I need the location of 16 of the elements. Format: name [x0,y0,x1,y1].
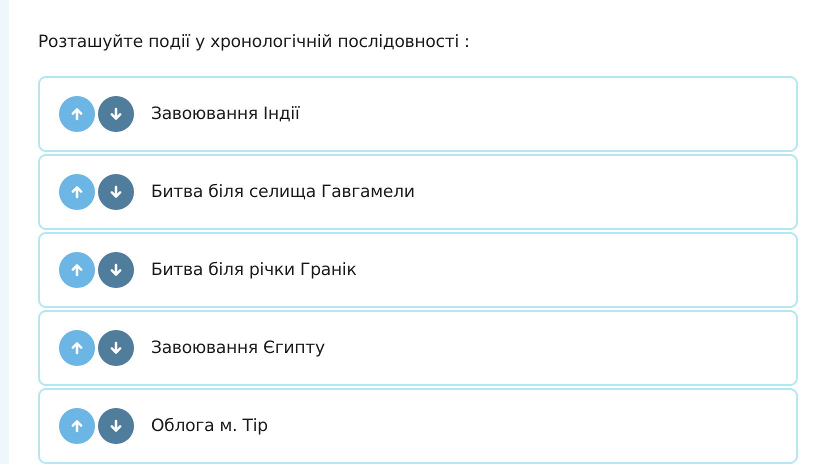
sortable-item[interactable]: Облога м. Тір [38,388,798,464]
item-label: Битва біля селища Гавгамели [151,182,415,202]
item-label: Завоювання Індії [151,104,300,124]
sortable-item[interactable]: Битва біля річки Гранік [38,232,798,308]
move-down-button[interactable] [98,174,134,210]
move-down-button[interactable] [98,96,134,132]
move-down-button[interactable] [98,252,134,288]
sortable-item[interactable]: Завоювання Індії [38,76,798,152]
sortable-item[interactable]: Битва біля селища Гавгамели [38,154,798,230]
item-label: Завоювання Єгипту [151,338,325,358]
move-down-button[interactable] [98,330,134,366]
move-down-button[interactable] [98,408,134,444]
instruction-text: Розташуйте події у хронологічній послідовності : [38,31,471,54]
item-label: Битва біля річки Гранік [151,260,357,280]
item-label: Облога м. Тір [151,416,268,436]
sortable-item[interactable]: Завоювання Єгипту [38,310,798,386]
